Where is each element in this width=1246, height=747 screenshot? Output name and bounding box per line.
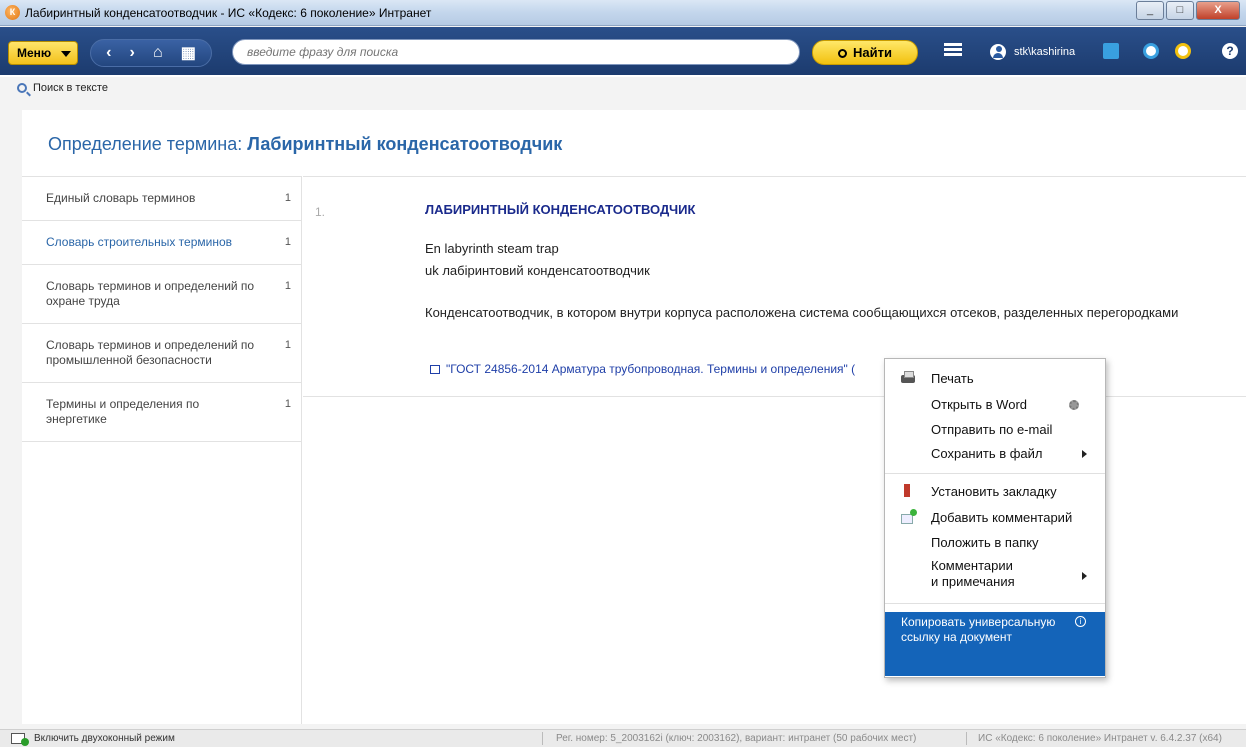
window-titlebar: К Лабиринтный конденсатоотводчик - ИС «К…: [0, 0, 1246, 26]
app-logo-icon: К: [5, 5, 20, 20]
sidebar-item-label: Словарь терминов и определений по охране…: [46, 279, 255, 308]
sidebar-item-label: Единый словарь терминов: [46, 191, 196, 205]
gear-icon[interactable]: [1069, 400, 1079, 410]
menu-item-label-line1: Комментарии: [931, 558, 1013, 573]
user-area[interactable]: stk\kashirina: [990, 41, 1075, 63]
page-title: Определение термина: Лабиринтный конденс…: [48, 134, 562, 155]
sidebar-item-count: 1: [284, 339, 291, 351]
back-icon[interactable]: ‹: [106, 44, 111, 62]
search-icon: [838, 49, 848, 58]
menu-item-label: Печать: [931, 371, 974, 386]
context-menu: Печать Открыть в Word Отправить по e-mai…: [884, 358, 1106, 678]
menu-label: Меню: [17, 46, 52, 60]
menu-item-open-word[interactable]: Открыть в Word: [885, 397, 1105, 415]
page-title-term: Лабиринтный конденсатоотводчик: [247, 134, 563, 154]
maximize-button[interactable]: □: [1166, 1, 1194, 20]
timer-icon[interactable]: [1175, 43, 1191, 59]
close-button[interactable]: X: [1196, 1, 1240, 20]
main-toolbar: Меню ‹ › ⌂ ▦ Найти stk\kashirina ?: [0, 27, 1246, 77]
definition-text: Конденсатоотводчик, в котором внутри кор…: [425, 305, 1179, 320]
sidebar-item-energy-dictionary[interactable]: Термины и определения по энергетике 1: [22, 383, 301, 442]
search-box: [232, 39, 800, 65]
search-in-text-link[interactable]: Поиск в тексте: [33, 82, 108, 94]
registration-info: Рег. номер: 5_2003162i (ключ: 2003162), …: [556, 733, 917, 744]
bookmark-icon: [904, 484, 910, 497]
info-icon[interactable]: i: [1075, 616, 1086, 627]
find-button[interactable]: Найти: [812, 40, 918, 65]
term-heading: ЛАБИРИНТНЫЙ КОНДЕНСАТООТВОДЧИК: [425, 202, 696, 217]
search-input[interactable]: [233, 40, 799, 64]
menu-item-label: Положить в папку: [931, 535, 1039, 550]
sidebar-item-count: 1: [284, 398, 291, 410]
minimize-button[interactable]: _: [1136, 1, 1164, 20]
submenu-arrow-icon: [1082, 450, 1087, 458]
menu-item-save-file[interactable]: Сохранить в файл: [885, 446, 1105, 464]
english-translation: En labyrinth steam trap: [425, 241, 559, 256]
sidebar-item-count: 1: [284, 192, 291, 204]
grid-icon[interactable]: ▦: [181, 43, 196, 63]
menu-item-label-line2: и примечания: [931, 574, 1015, 589]
menu-item-label: Копировать универсальную ссылку на докум…: [901, 615, 1056, 644]
find-label: Найти: [853, 45, 892, 60]
version-info: ИС «Кодекс: 6 поколение» Интранет v. 6.4…: [978, 733, 1222, 744]
sidebar-item-unified-dictionary[interactable]: Единый словарь терминов 1: [22, 177, 301, 221]
add-comment-icon: [901, 509, 917, 524]
menu-item-label: Отправить по e-mail: [931, 422, 1053, 437]
dictionary-sidebar: Единый словарь терминов 1 Словарь строит…: [22, 176, 302, 724]
sidebar-item-labor-safety-dictionary[interactable]: Словарь терминов и определений по охране…: [22, 265, 301, 324]
hamburger-menu-icon[interactable]: [944, 43, 962, 57]
sidebar-item-construction-dictionary[interactable]: Словарь строительных терминов 1: [22, 221, 301, 265]
status-separator: [542, 732, 543, 745]
menu-item-label: Сохранить в файл: [931, 446, 1043, 461]
dual-window-toggle[interactable]: Включить двухоконный режим: [34, 733, 175, 744]
definition-number: 1.: [315, 205, 326, 219]
menu-button[interactable]: Меню: [8, 41, 78, 65]
menu-item-add-comment[interactable]: Добавить комментарий: [885, 509, 1105, 528]
home-icon[interactable]: ⌂: [153, 44, 163, 62]
history-icon[interactable]: [1143, 43, 1159, 59]
sidebar-item-label: Словарь терминов и определений по промыш…: [46, 338, 255, 367]
sidebar-item-industrial-safety-dictionary[interactable]: Словарь терминов и определений по промыш…: [22, 324, 301, 383]
document-link-icon: [430, 365, 440, 374]
chevron-down-icon: [61, 51, 71, 57]
menu-separator: [885, 603, 1105, 604]
menu-item-send-email[interactable]: Отправить по e-mail: [885, 422, 1105, 440]
printer-icon: [901, 371, 915, 383]
user-name: stk\kashirina: [1014, 46, 1076, 58]
help-icon[interactable]: ?: [1222, 43, 1238, 59]
menu-item-label: Добавить комментарий: [931, 510, 1073, 525]
folder-icon[interactable]: [1103, 43, 1119, 59]
menu-item-copy-link[interactable]: Копировать универсальную ссылку на докум…: [885, 612, 1105, 676]
window-title: Лабиринтный конденсатоотводчик - ИС «Код…: [25, 6, 432, 20]
menu-item-put-folder[interactable]: Положить в папку: [885, 535, 1105, 553]
user-icon: [990, 44, 1006, 60]
dual-window-icon[interactable]: [11, 733, 29, 746]
sidebar-item-count: 1: [284, 236, 291, 248]
status-separator: [966, 732, 967, 745]
menu-item-label: Установить закладку: [931, 484, 1057, 499]
menu-separator: [885, 473, 1105, 474]
menu-item-label: Комментарии и примечания: [931, 558, 1015, 590]
menu-item-print[interactable]: Печать: [885, 371, 1105, 389]
source-link-text: "ГОСТ 24856-2014 Арматура трубопроводная…: [446, 362, 856, 376]
page-title-prefix: Определение термина:: [48, 134, 243, 154]
menu-item-comments-notes[interactable]: Комментарии и примечания: [885, 558, 1105, 594]
sidebar-item-label: Словарь строительных терминов: [46, 235, 233, 249]
menu-item-label: Открыть в Word: [931, 397, 1028, 412]
search-in-text-bar: Поиск в тексте: [0, 78, 1246, 100]
forward-icon[interactable]: ›: [130, 44, 135, 62]
status-bar: Включить двухоконный режим Рег. номер: 5…: [0, 729, 1246, 747]
ukrainian-translation: uk лабіринтовий конденсатоотводчик: [425, 263, 650, 278]
sidebar-item-count: 1: [284, 280, 291, 292]
nav-group: ‹ › ⌂ ▦: [90, 39, 212, 67]
menu-item-set-bookmark[interactable]: Установить закладку: [885, 484, 1105, 502]
search-icon: [17, 83, 27, 93]
submenu-arrow-icon: [1082, 572, 1087, 580]
source-document-link[interactable]: "ГОСТ 24856-2014 Арматура трубопроводная…: [430, 362, 882, 378]
window-controls: _ □ X: [1134, 1, 1240, 20]
sidebar-item-label: Термины и определения по энергетике: [46, 397, 200, 426]
